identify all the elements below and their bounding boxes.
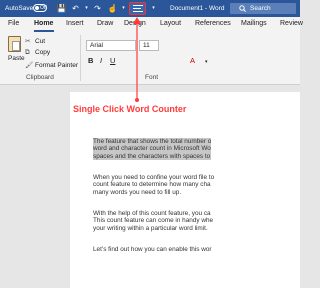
text-line: many words you need to fill up. bbox=[93, 188, 182, 196]
text-line: When you need to confine your word file … bbox=[93, 174, 215, 181]
text-line: The feature that shows the total number … bbox=[93, 138, 212, 146]
word-counter-callout: Single Click Word Counter bbox=[73, 104, 187, 114]
annotation-arrow bbox=[133, 17, 141, 102]
text-line: With the help of this count feature, you… bbox=[93, 210, 211, 217]
paragraph-3[interactable]: With the help of this count feature, you… bbox=[93, 210, 213, 232]
paragraph-1[interactable]: The feature that shows the total number … bbox=[93, 138, 212, 161]
text-line: spaces and the characters with spaces to bbox=[93, 152, 212, 161]
text-line: word and character count in Microsoft Wo bbox=[93, 145, 212, 153]
paragraph-4[interactable]: Let’s find out how you can enable this w… bbox=[93, 246, 212, 253]
paragraph-2[interactable]: When you need to confine your word file … bbox=[93, 174, 214, 196]
text-line: Let’s find out how you can enable this w… bbox=[93, 246, 212, 253]
text-line: This count feature can come in handy whe bbox=[93, 217, 214, 225]
text-line: count feature to determine how many cha bbox=[93, 181, 211, 189]
text-line: your writing within a particular word li… bbox=[93, 224, 208, 232]
